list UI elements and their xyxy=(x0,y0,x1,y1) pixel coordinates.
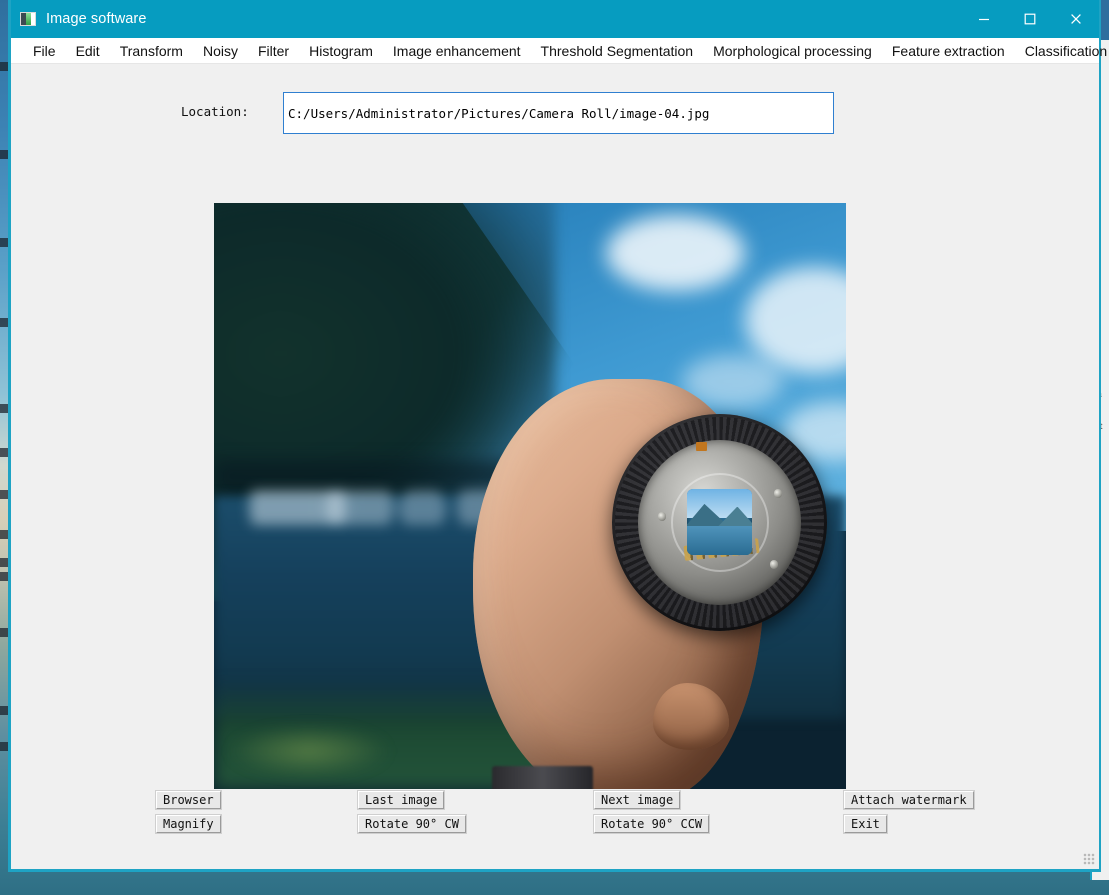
last-image-button[interactable]: Last image xyxy=(358,791,445,809)
menu-item-noisy[interactable]: Noisy xyxy=(193,38,248,64)
menu-item-filter[interactable]: Filter xyxy=(248,38,299,64)
button-bar: Browser Magnify Last image Rotate 90° CW… xyxy=(11,791,1099,855)
titlebar[interactable]: Image software xyxy=(11,0,1099,38)
window-title: Image software xyxy=(46,11,147,27)
menu-item-edit[interactable]: Edit xyxy=(66,38,110,64)
minimize-icon[interactable] xyxy=(961,0,1007,38)
location-label: Location: xyxy=(181,104,249,119)
menu-item-file[interactable]: File xyxy=(23,38,66,64)
preview-photo xyxy=(214,203,846,789)
location-input[interactable] xyxy=(283,92,834,134)
menu-item-feature-extraction[interactable]: Feature extraction xyxy=(882,38,1015,64)
menu-item-classification-and-recognition[interactable]: Classification and recognition xyxy=(1015,38,1109,64)
magnify-button[interactable]: Magnify xyxy=(156,815,221,833)
exit-button[interactable]: Exit xyxy=(844,815,887,833)
image-file-icon xyxy=(20,12,36,26)
close-icon[interactable] xyxy=(1053,0,1099,38)
client-area: Location: C:/Users/Administrator/Picture… xyxy=(11,64,1099,869)
attach-watermark-button[interactable]: Attach watermark xyxy=(844,791,974,809)
menu-item-histogram[interactable]: Histogram xyxy=(299,38,383,64)
rotate-ccw-button[interactable]: Rotate 90° CCW xyxy=(594,815,710,833)
menu-item-morphological-processing[interactable]: Morphological processing xyxy=(703,38,882,64)
menu-item-threshold-segmentation[interactable]: Threshold Segmentation xyxy=(531,38,704,64)
image-preview[interactable] xyxy=(214,203,846,789)
menubar[interactable]: File Edit Transform Noisy Filter Histogr… xyxy=(11,38,1109,64)
maximize-icon[interactable] xyxy=(1007,0,1053,38)
rotate-cw-button[interactable]: Rotate 90° CW xyxy=(358,815,466,833)
browser-button[interactable]: Browser xyxy=(156,791,221,809)
next-image-button[interactable]: Next image xyxy=(594,791,681,809)
resize-grip[interactable] xyxy=(1083,853,1095,865)
menu-item-image-enhancement[interactable]: Image enhancement xyxy=(383,38,531,64)
menu-item-transform[interactable]: Transform xyxy=(110,38,193,64)
application-window: Image software File Edit Transform Noisy… xyxy=(8,0,1109,872)
